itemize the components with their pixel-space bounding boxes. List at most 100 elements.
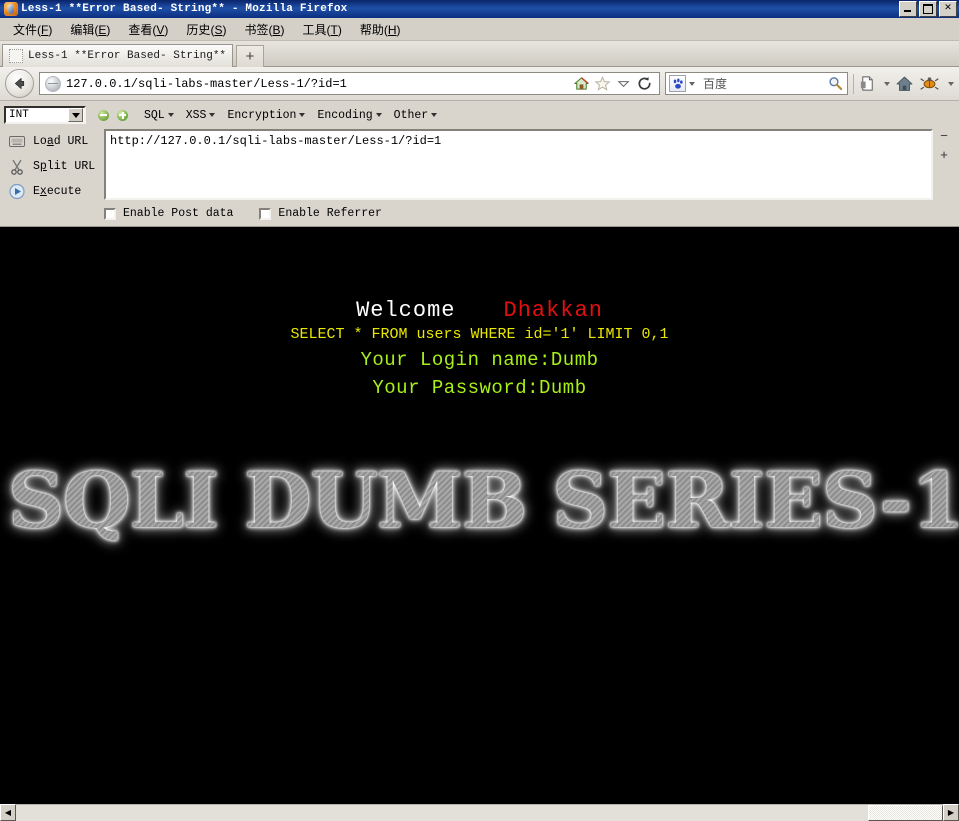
paw-glyph-icon [673,77,683,89]
hackbar-body: Load URL Split URL Execute http://127.0.… [0,127,959,204]
home-icon[interactable] [895,74,914,93]
scroll-left-button[interactable]: ◀ [0,804,16,821]
restore-button[interactable] [919,1,937,17]
tab-favicon-icon [9,49,23,63]
hackbar-zoom-controls: − + [933,129,955,204]
back-arrow-icon [14,78,25,89]
load-url-label: Load URL [33,135,89,148]
url-textarea[interactable]: http://127.0.0.1/sqli-labs-master/Less-1… [104,129,933,200]
search-bar[interactable]: 百度 [665,72,848,95]
load-url-button[interactable]: Load URL [4,129,104,154]
hackbar-input-area: http://127.0.0.1/sqli-labs-master/Less-1… [104,129,955,204]
url-text: 127.0.0.1/sqli-labs-master/Less-1/?id=1 [66,76,347,91]
tab-label: Less-1 **Error Based- String** [28,50,227,62]
hackbar-menu-encoding[interactable]: Encoding [311,108,387,123]
page-viewport: Welcome Dhakkan SELECT * FROM users WHERE… [0,227,959,803]
type-select-arrow-icon[interactable] [68,108,83,122]
hackbar-menu-other[interactable]: Other [388,108,444,123]
welcome-name: Dhakkan [503,298,603,323]
menu-tools[interactable]: 工具(T) [293,19,350,40]
hackbar-step-icons [98,109,128,121]
horizontal-scrollbar[interactable]: ◀ ▶ [0,803,959,821]
load-url-icon [8,133,26,150]
menu-help[interactable]: 帮助(H) [351,19,410,40]
tab-less1[interactable]: Less-1 **Error Based- String** [2,44,234,67]
scrollbar-thumb[interactable] [868,805,943,821]
address-bar[interactable]: 127.0.0.1/sqli-labs-master/Less-1/?id=1 [39,72,660,95]
address-bar-icons [573,75,656,92]
chevron-down-icon [167,113,174,117]
menu-bookmarks[interactable]: 书签(B) [235,19,293,40]
type-select[interactable]: INT [4,106,86,124]
hackbar-menu-sql[interactable]: SQL [138,108,180,123]
minus-circle-icon[interactable] [98,109,109,121]
welcome-text: Welcome [356,298,456,323]
password-line: Your Password:Dumb [372,377,587,400]
execute-label: Execute [33,185,82,198]
hackbar-menu-row: INT SQL XSS Encryption Encoding Other [0,101,959,127]
new-tab-button[interactable]: + [236,45,265,67]
chevron-down-icon [299,113,306,117]
plus-circle-icon[interactable] [117,109,128,121]
star-bookmark-icon[interactable] [594,75,611,92]
scroll-right-button[interactable]: ▶ [943,804,959,821]
hackbar-toolbar: INT SQL XSS Encryption Encoding Other Lo… [0,101,959,227]
menu-edit[interactable]: 编辑(E) [61,19,119,40]
banner-wrapper: SQLI DUMB SERIES-1 [0,451,959,556]
search-engine-dropdown-icon[interactable] [689,81,695,86]
enable-post-data-checkbox[interactable]: Enable Post data [104,207,233,220]
split-url-button[interactable]: Split URL [4,154,104,179]
close-button[interactable]: ✕ [939,1,957,17]
minimize-button[interactable] [899,1,917,17]
window-controls: ✕ [899,1,957,17]
menu-history[interactable]: 历史(S) [177,19,235,40]
checkbox-box[interactable] [259,207,272,220]
welcome-line: Welcome Dhakkan [0,299,959,322]
reload-icon[interactable] [636,75,653,92]
title-bar: Less-1 **Error Based- String** - Mozilla… [0,0,959,18]
bug-icon[interactable] [919,74,940,93]
zoom-in-button[interactable]: + [938,148,951,161]
search-input[interactable]: 百度 [703,75,827,92]
baidu-paw-icon[interactable] [669,75,686,92]
zoom-out-button[interactable]: − [938,129,951,142]
hackbar-options: Enable Post data Enable Referrer [0,204,959,224]
checkbox-box[interactable] [104,207,116,220]
menu-file[interactable]: 文件(F) [4,19,61,40]
scrollbar-space[interactable] [16,805,868,821]
split-url-label: Split URL [33,160,96,173]
page-bookmark-icon[interactable] [859,75,876,92]
sql-query-line: SELECT * FROM users WHERE id='1' LIMIT 0… [290,326,669,344]
plus-icon: + [245,48,255,65]
type-select-value: INT [9,109,29,121]
split-url-scissors-icon [8,158,26,175]
hackbar-dropdown-icon[interactable] [948,81,954,86]
toolbar-separator [853,73,854,94]
globe-favicon-icon [45,75,61,92]
enable-referrer-label: Enable Referrer [278,207,382,220]
firefox-window: Less-1 **Error Based- String** - Mozilla… [0,0,959,821]
hackbar-menu-xss[interactable]: XSS [180,108,222,123]
back-button[interactable] [5,69,34,98]
execute-button[interactable]: Execute [4,179,104,204]
chevron-down-icon [209,113,216,117]
close-icon: ✕ [944,2,952,12]
navigation-toolbar: 127.0.0.1/sqli-labs-master/Less-1/?id=1 [0,67,959,101]
menu-view[interactable]: 查看(V) [119,19,177,40]
window-title: Less-1 **Error Based- String** - Mozilla… [21,3,348,15]
chevron-down-icon [431,113,438,117]
magnifier-icon[interactable] [827,75,844,92]
enable-referrer-checkbox[interactable]: Enable Referrer [259,207,382,220]
triangle-left-icon: ◀ [4,807,12,817]
tab-bar: Less-1 **Error Based- String** + [0,41,959,67]
hackbar-menu-encryption[interactable]: Encryption [221,108,311,123]
bookmark-dropdown-icon[interactable] [884,81,890,86]
home-icon[interactable] [573,75,590,92]
chevron-down-icon[interactable] [615,75,632,92]
hackbar-actions: Load URL Split URL Execute [4,129,104,204]
login-name-line: Your Login name:Dumb [360,349,599,372]
page-content: Welcome Dhakkan SELECT * FROM users WHERE… [0,227,959,803]
scrollbar-track[interactable] [16,804,943,821]
execute-play-icon [8,183,26,200]
sqli-dumb-series-banner: SQLI DUMB SERIES-1 [8,451,959,551]
